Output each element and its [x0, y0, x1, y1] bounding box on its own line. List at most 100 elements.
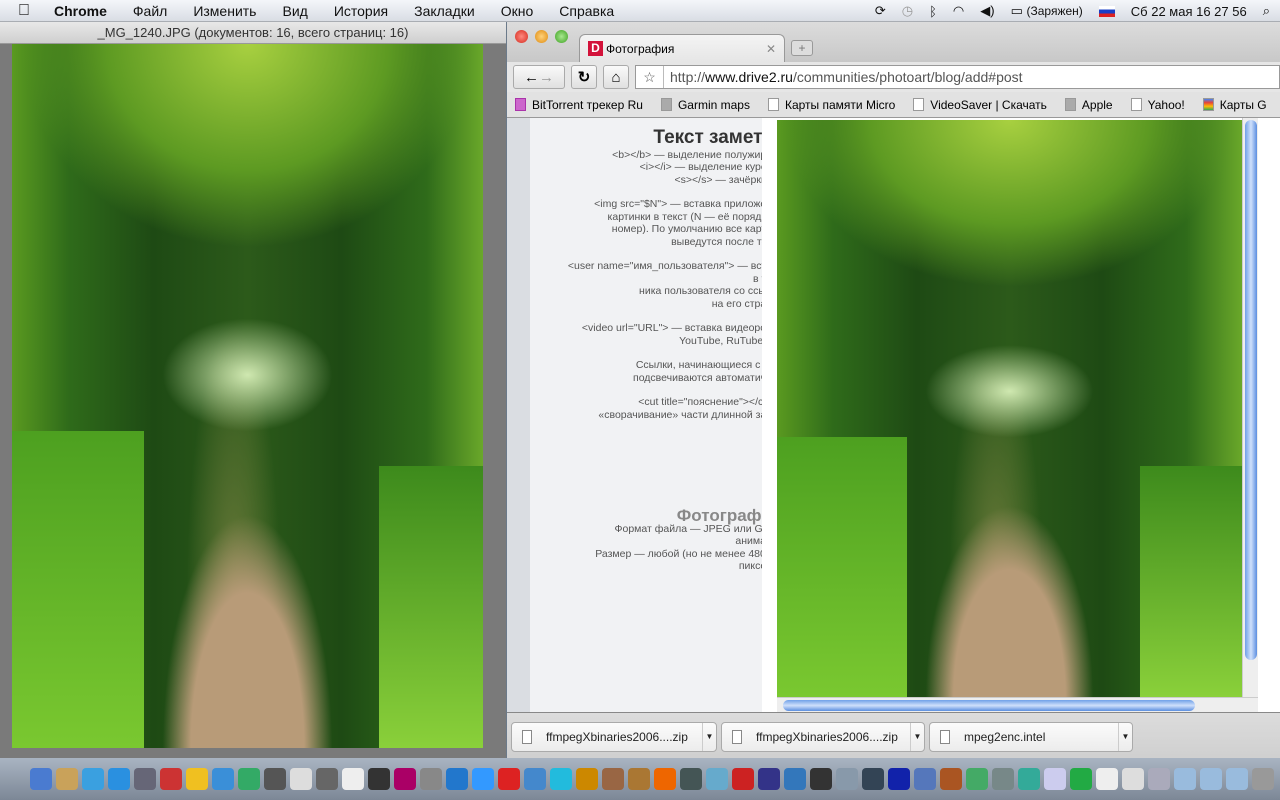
help-text: <cut title="пояснение"></cut «сворачиван… — [598, 396, 762, 421]
dock-app-icon[interactable] — [628, 768, 650, 790]
bookmark-item[interactable]: BitTorrent трекер Ru — [515, 98, 643, 112]
dock-app-icon[interactable] — [290, 768, 312, 790]
dock-app-icon[interactable] — [1044, 768, 1066, 790]
address-bar[interactable]: ☆ http://www.drive2.ru/communities/photo… — [635, 65, 1280, 89]
dock-app-icon[interactable] — [1018, 768, 1040, 790]
input-source-flag-icon[interactable] — [1098, 5, 1115, 17]
toolbar: ← → ↻ ⌂ ☆ http://www.drive2.ru/communitie… — [507, 62, 1280, 92]
dock-app-icon[interactable] — [264, 768, 286, 790]
dock-app-icon[interactable] — [524, 768, 546, 790]
menu-bookmarks[interactable]: Закладки — [414, 3, 475, 19]
dock-app-icon[interactable] — [212, 768, 234, 790]
dock-app-icon[interactable] — [30, 768, 52, 790]
dock-app-icon[interactable] — [992, 768, 1014, 790]
close-tab-icon[interactable]: ✕ — [766, 42, 776, 56]
dock-app-icon[interactable] — [134, 768, 156, 790]
menu-bar:  Chrome Файл Изменить Вид История Закла… — [0, 0, 1280, 22]
close-window-button[interactable] — [515, 30, 528, 43]
bluetooth-icon[interactable]: ᛒ — [929, 4, 937, 19]
menu-edit[interactable]: Изменить — [193, 3, 256, 19]
dock-app-icon[interactable] — [238, 768, 260, 790]
dock-app-icon[interactable] — [1200, 768, 1222, 790]
bookmark-item[interactable]: Garmin maps — [660, 98, 750, 112]
dock-app-icon[interactable] — [680, 768, 702, 790]
battery-status[interactable]: ▭ (Заряжен) — [1011, 3, 1083, 19]
file-icon — [940, 729, 950, 744]
dock-app-icon[interactable] — [1096, 768, 1118, 790]
favicon-icon: D — [588, 41, 603, 56]
dock-app-icon[interactable] — [1226, 768, 1248, 790]
dock-app-icon[interactable] — [472, 768, 494, 790]
menu-window[interactable]: Окно — [501, 3, 534, 19]
tab-active[interactable]: D Фотография ✕ — [579, 34, 785, 62]
zip-file-icon — [732, 729, 742, 744]
dock-app-icon[interactable] — [342, 768, 364, 790]
dock-app-icon[interactable] — [82, 768, 104, 790]
dock-app-icon[interactable] — [160, 768, 182, 790]
dock-app-icon[interactable] — [186, 768, 208, 790]
bookmark-item[interactable]: Yahoo! — [1130, 98, 1185, 112]
download-item[interactable]: mpeg2enc.intel ▼ — [929, 721, 1133, 752]
menu-app[interactable]: Chrome — [54, 3, 107, 19]
battery-label: (Заряжен) — [1026, 4, 1083, 18]
dropdown-arrow-icon[interactable]: ▼ — [910, 722, 924, 751]
reload-button[interactable]: ↻ — [571, 65, 597, 89]
dock-app-icon[interactable] — [654, 768, 676, 790]
dock-app-icon[interactable] — [316, 768, 338, 790]
sync-icon[interactable]: ⟳ — [875, 3, 886, 19]
dock-app-icon[interactable] — [108, 768, 130, 790]
dock-app-icon[interactable] — [836, 768, 858, 790]
apple-icon[interactable]:  — [18, 2, 38, 20]
back-button[interactable]: ← → — [513, 65, 565, 89]
dock-app-icon[interactable] — [1174, 768, 1196, 790]
dock-app-icon[interactable] — [732, 768, 754, 790]
dock-app-icon[interactable] — [810, 768, 832, 790]
dock-app-icon[interactable] — [446, 768, 468, 790]
menu-history[interactable]: История — [334, 3, 388, 19]
dock-app-icon[interactable] — [862, 768, 884, 790]
dock-app-icon[interactable] — [1122, 768, 1144, 790]
help-text: <user name="имя_пользователя"> — вста в … — [567, 260, 762, 310]
spotlight-search-icon[interactable]: ⌕ — [1263, 3, 1270, 19]
home-button[interactable]: ⌂ — [603, 65, 629, 89]
dock-app-icon[interactable] — [940, 768, 962, 790]
dock-app-icon[interactable] — [1148, 768, 1170, 790]
dock-app-icon[interactable] — [706, 768, 728, 790]
dock-app-icon[interactable] — [1252, 768, 1274, 790]
menu-file[interactable]: Файл — [133, 3, 167, 19]
bookmark-star-icon[interactable]: ☆ — [636, 66, 664, 88]
new-tab-button[interactable]: + — [791, 40, 813, 56]
menu-view[interactable]: Вид — [282, 3, 307, 19]
dock-app-icon[interactable] — [576, 768, 598, 790]
dock-app-icon[interactable] — [784, 768, 806, 790]
dock-app-icon[interactable] — [966, 768, 988, 790]
download-item[interactable]: ffmpegXbinaries2006....zip ▼ — [511, 721, 717, 752]
dock-app-icon[interactable] — [56, 768, 78, 790]
download-item[interactable]: ffmpegXbinaries2006....zip ▼ — [721, 721, 925, 752]
dock-app-icon[interactable] — [550, 768, 572, 790]
clock[interactable]: Сб 22 мая 16 27 56 — [1131, 4, 1247, 19]
menu-help[interactable]: Справка — [559, 3, 614, 19]
volume-icon[interactable]: ◀) — [980, 3, 994, 19]
dock-app-icon[interactable] — [394, 768, 416, 790]
horizontal-scrollbar[interactable] — [777, 697, 1258, 712]
wifi-icon[interactable]: ◠ — [953, 3, 964, 19]
dock-app-icon[interactable] — [888, 768, 910, 790]
dock-app-icon[interactable] — [498, 768, 520, 790]
vertical-scrollbar[interactable] — [1242, 118, 1258, 697]
minimize-window-button[interactable] — [535, 30, 548, 43]
dock-app-icon[interactable] — [420, 768, 442, 790]
bookmark-item[interactable]: Карты памяти Micro — [767, 98, 895, 112]
bookmark-item[interactable]: Apple — [1064, 98, 1113, 112]
dock-app-icon[interactable] — [602, 768, 624, 790]
dock-app-icon[interactable] — [914, 768, 936, 790]
time-machine-icon[interactable]: ◷ — [902, 3, 913, 19]
dock-app-icon[interactable] — [1070, 768, 1092, 790]
dock-app-icon[interactable] — [368, 768, 390, 790]
bookmark-item[interactable]: Карты G — [1202, 98, 1267, 112]
dropdown-arrow-icon[interactable]: ▼ — [702, 722, 716, 751]
bookmark-item[interactable]: VideoSaver | Скачать — [913, 98, 1047, 112]
dock-app-icon[interactable] — [758, 768, 780, 790]
zoom-window-button[interactable] — [555, 30, 568, 43]
dropdown-arrow-icon[interactable]: ▼ — [1118, 722, 1132, 751]
